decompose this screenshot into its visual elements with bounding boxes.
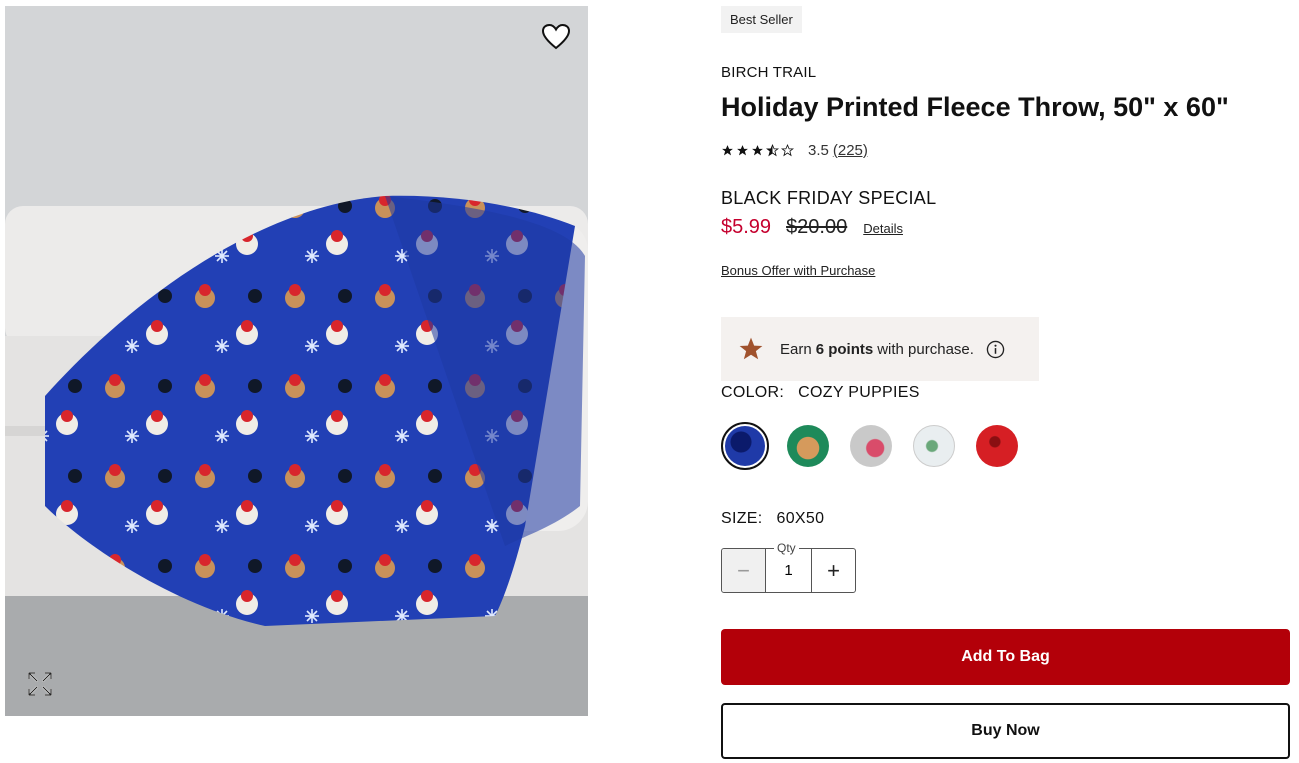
review-count-link[interactable]: (225) [833,142,868,159]
best-seller-badge: Best Seller [721,6,802,33]
star-full-icon [752,144,763,155]
quantity-value[interactable]: 1 [766,549,812,592]
sale-price: $5.99 [721,216,772,238]
points-amount: 6 points [815,340,874,358]
color-label: COLOR: [721,384,785,401]
star-full-icon [737,144,748,155]
rating-summary[interactable]: 3.5 (225) [721,140,868,160]
swatch-image [725,426,765,466]
product-title: Holiday Printed Fleece Throw, 50" x 60" [721,92,1229,122]
expand-icon[interactable] [26,670,54,698]
rating-value: 3.5 [808,141,829,159]
quantity-increase-button[interactable]: + [812,549,855,592]
product-details: Best Seller BIRCH TRAIL Holiday Printed … [721,0,1291,763]
quantity-decrease-button[interactable]: − [722,549,766,592]
size-label: SIZE: [721,510,763,527]
price-details-link[interactable]: Details [863,221,903,236]
add-to-bag-button[interactable]: Add To Bag [721,629,1290,685]
product-image[interactable] [5,6,588,716]
swatch-image [787,425,829,467]
brand-name[interactable]: BIRCH TRAIL [721,64,816,81]
color-swatches [721,422,1036,470]
size-selector-label: SIZE: 60X50 [721,510,824,528]
star-half-icon [766,143,779,156]
color-swatch-white-holiday[interactable] [910,422,958,470]
info-icon[interactable] [986,340,1005,359]
star-rating [721,143,796,157]
price-block: $5.99 $20.00 Details [721,216,903,239]
buy-now-button[interactable]: Buy Now [721,703,1290,759]
color-swatch-pink-santa[interactable] [847,422,895,470]
color-selector-label: COLOR: COZY PUPPIES [721,384,920,402]
swatch-image [913,425,955,467]
color-swatch-gingerbread[interactable] [784,422,832,470]
color-swatch-red-ornament[interactable] [973,422,1021,470]
points-prefix: Earn [780,340,812,358]
heart-icon[interactable] [541,23,571,51]
original-price: $20.00 [786,216,848,238]
star-icon [739,337,763,360]
selected-color: COZY PUPPIES [798,384,920,401]
swatch-image [976,425,1018,467]
quantity-label: Qty [774,541,799,555]
star-empty-icon [781,143,794,156]
bonus-offer-link[interactable]: Bonus Offer with Purchase [721,263,875,278]
selected-size: 60X50 [776,510,825,527]
color-swatch-cozy-puppies[interactable] [721,422,769,470]
swatch-image [850,425,892,467]
points-suffix: with purchase. [877,340,974,358]
promo-label: BLACK FRIDAY SPECIAL [721,188,937,208]
star-full-icon [722,144,733,155]
product-photo [5,6,588,716]
rewards-points-banner: Earn 6 points with purchase. [721,317,1039,381]
